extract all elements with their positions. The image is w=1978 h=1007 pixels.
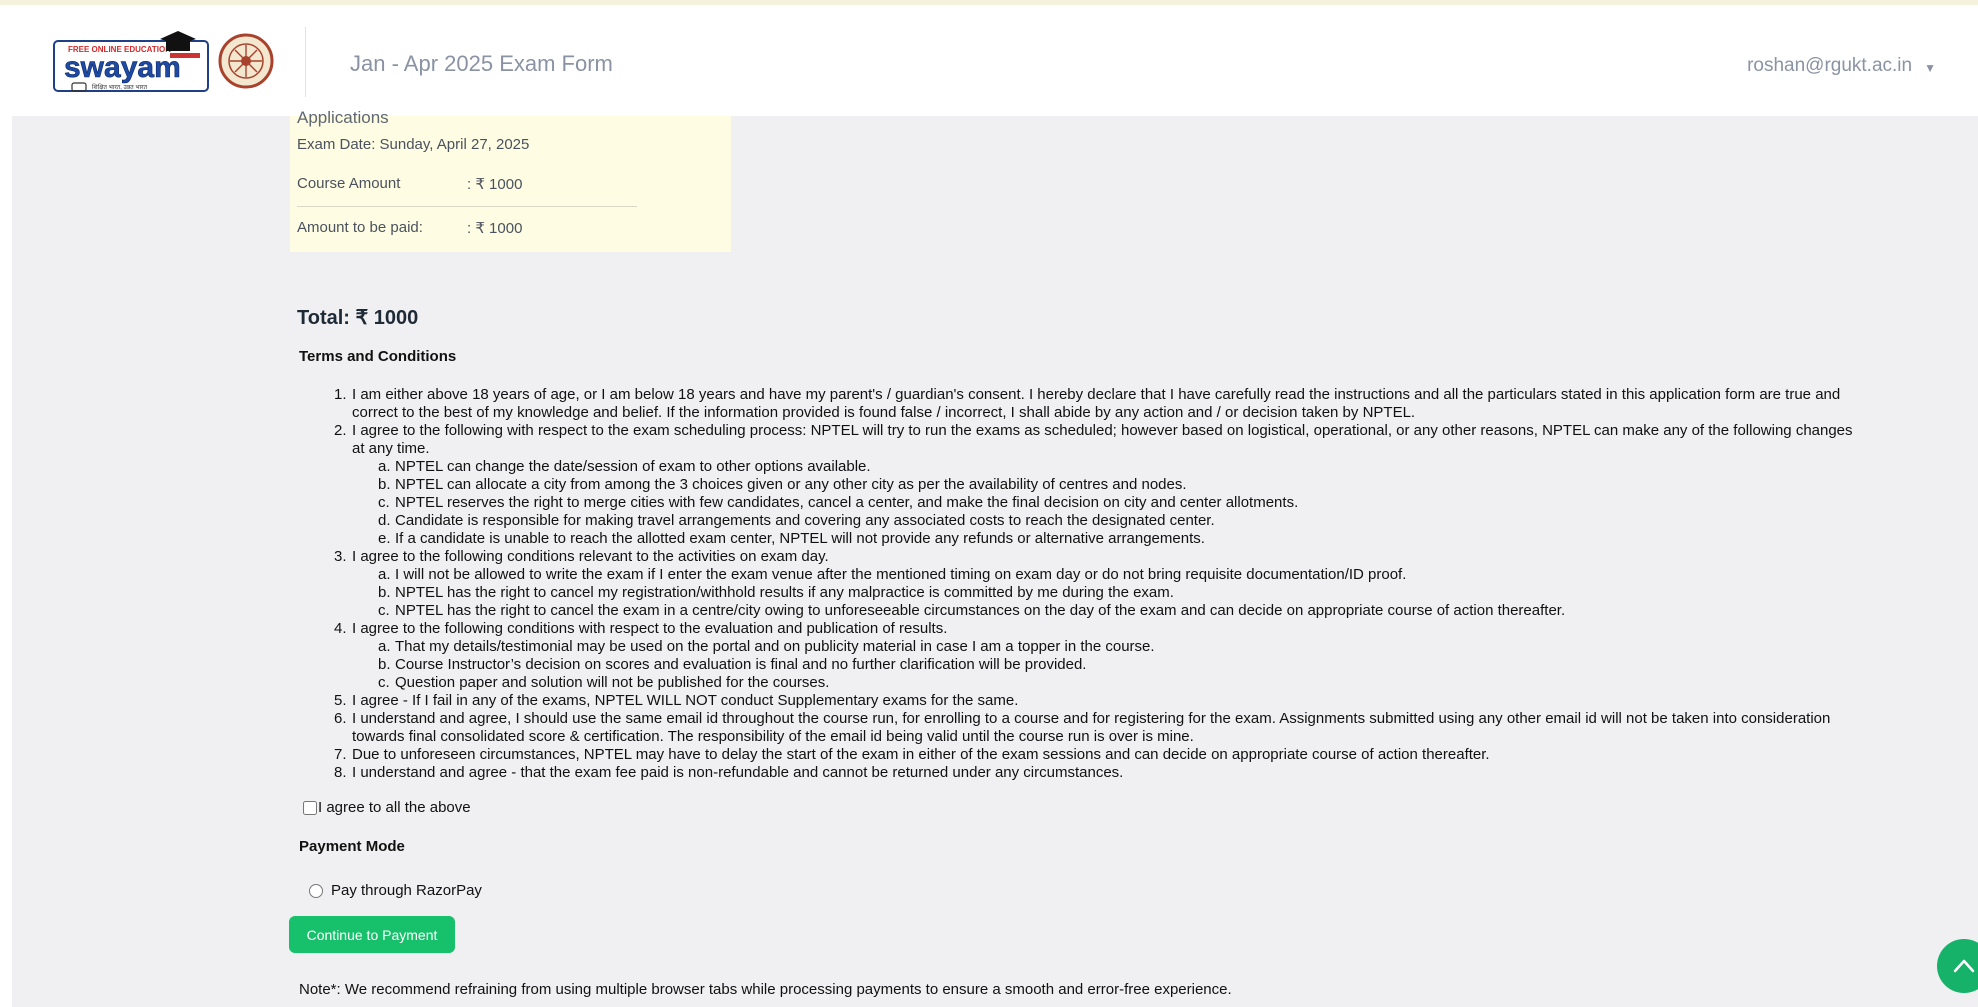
- term-subitem: a. That my details/testimonial may be use…: [378, 638, 1942, 656]
- term-subitem: c. NPTEL reserves the right to merge citi…: [378, 494, 1942, 512]
- razorpay-label[interactable]: Pay through RazorPay: [331, 882, 482, 899]
- amount-to-pay-value: : ₹ 1000: [467, 220, 523, 237]
- subitem-text: Question paper and solution will not be …: [395, 674, 830, 691]
- exam-date: Exam Date: Sunday, April 27, 2025: [297, 136, 530, 153]
- payment-note: Note*: We recommend refraining from usin…: [299, 981, 1232, 998]
- user-email[interactable]: roshan@rgukt.ac.in: [1747, 55, 1912, 77]
- subitem-letter: d.: [378, 512, 391, 529]
- chevron-up-icon: [1953, 959, 1975, 973]
- payment-mode-heading: Payment Mode: [299, 838, 405, 855]
- swayam-logo[interactable]: FREE ONLINE EDUCATION swayam शिक्षित भार…: [52, 27, 212, 97]
- user-menu[interactable]: roshan@rgukt.ac.in ▼: [1747, 55, 1936, 77]
- term-number: 8.: [334, 764, 347, 781]
- term-text: I agree to the following with respect to…: [352, 422, 1853, 439]
- subitem-text: If a candidate is unable to reach the al…: [395, 530, 1205, 547]
- term-item: 4. I agree to the following conditions w…: [334, 620, 1942, 692]
- terms-list: 1. I am either above 18 years of age, or…: [334, 386, 1942, 782]
- term-text: Due to unforeseen circumstances, NPTEL m…: [352, 746, 1490, 763]
- svg-text:swayam: swayam: [64, 51, 181, 84]
- term-number: 3.: [334, 548, 347, 565]
- term-text: I understand and agree - that the exam f…: [352, 764, 1124, 781]
- agree-terms[interactable]: I agree to all the above: [303, 799, 471, 816]
- term-subitem: b. NPTEL has the right to cancel my regis…: [378, 584, 1942, 602]
- term-number: 2.: [334, 422, 347, 439]
- term-subitem: b. NPTEL can allocate a city from among t…: [378, 476, 1942, 494]
- subitem-letter: b.: [378, 656, 391, 673]
- subitem-letter: e.: [378, 530, 391, 547]
- term-subitem: b. Course Instructor’s decision on scores…: [378, 656, 1942, 674]
- term-number: 5.: [334, 692, 347, 709]
- header-divider: [305, 27, 306, 97]
- term-subitem: a. NPTEL can change the date/session of e…: [378, 458, 1942, 476]
- continue-to-payment-button[interactable]: Continue to Payment: [289, 916, 455, 953]
- agree-label[interactable]: I agree to all the above: [318, 799, 471, 816]
- svg-text:शिक्षित भारत, उन्नत भारत: शिक्षित भारत, उन्नत भारत: [92, 83, 148, 91]
- course-amount-label: Course Amount: [297, 175, 401, 192]
- term-item: 2. I agree to the following with respect…: [334, 422, 1942, 548]
- subitem-text: NPTEL can allocate a city from among the…: [395, 476, 1187, 493]
- term-item: 3. I agree to the following conditions r…: [334, 548, 1942, 620]
- term-item: 7. Due to unforeseen circumstances, NPTE…: [334, 746, 1942, 764]
- term-subitem: c. Question paper and solution will not b…: [378, 674, 1942, 692]
- subitem-text: Candidate is responsible for making trav…: [395, 512, 1215, 529]
- razorpay-radio[interactable]: [309, 883, 323, 898]
- term-text: towards final consolidated score & certi…: [352, 728, 1194, 745]
- total-amount: Total: ₹ 1000: [297, 307, 419, 329]
- term-number: 1.: [334, 386, 347, 403]
- agree-checkbox[interactable]: [303, 800, 317, 815]
- amount-to-pay-label: Amount to be paid:: [297, 219, 423, 236]
- subitem-text: NPTEL can change the date/session of exa…: [395, 458, 871, 475]
- subitem-text: Course Instructor’s decision on scores a…: [395, 656, 1087, 673]
- payment-option-razorpay[interactable]: Pay through RazorPay: [309, 882, 482, 899]
- term-text: I understand and agree, I should use the…: [352, 710, 1831, 727]
- term-item: 8. I understand and agree - that the exa…: [334, 764, 1942, 782]
- term-text: I am either above 18 years of age, or I …: [352, 386, 1841, 403]
- caret-down-icon[interactable]: ▼: [1924, 61, 1936, 75]
- subitem-letter: a.: [378, 566, 391, 583]
- term-text: I agree - If I fail in any of the exams,…: [352, 692, 1019, 709]
- term-subitem: d. Candidate is responsible for making tr…: [378, 512, 1942, 530]
- subitem-text: NPTEL has the right to cancel my registr…: [395, 584, 1174, 601]
- terms-heading: Terms and Conditions: [299, 348, 457, 365]
- subitem-text: I will not be allowed to write the exam …: [395, 566, 1407, 583]
- amount-divider: [297, 206, 637, 207]
- term-item: 1. I am either above 18 years of age, or…: [334, 386, 1942, 422]
- term-text: I agree to the following conditions rele…: [352, 548, 829, 565]
- term-number: 6.: [334, 710, 347, 727]
- subitem-letter: a.: [378, 458, 391, 475]
- subitem-letter: c.: [378, 674, 390, 691]
- term-subitem: c. NPTEL has the right to cancel the exam…: [378, 602, 1942, 620]
- subitem-text: NPTEL has the right to cancel the exam i…: [395, 602, 1566, 619]
- subitem-letter: a.: [378, 638, 391, 655]
- term-item: 5. I agree - If I fail in any of the exa…: [334, 692, 1942, 710]
- subitem-letter: c.: [378, 602, 390, 619]
- course-amount-value: : ₹ 1000: [467, 176, 523, 193]
- subitem-letter: b.: [378, 476, 391, 493]
- term-item: 6. I understand and agree, I should use …: [334, 710, 1942, 746]
- subitem-text: That my details/testimonial may be used …: [395, 638, 1155, 655]
- term-text: I agree to the following conditions with…: [352, 620, 948, 637]
- term-text: correct to the best of my knowledge and …: [352, 404, 1416, 421]
- subitem-letter: c.: [378, 494, 390, 511]
- iit-seal-logo: [218, 33, 274, 89]
- header: FREE ONLINE EDUCATION swayam शिक्षित भार…: [0, 5, 1978, 116]
- page-title: Jan - Apr 2025 Exam Form: [350, 51, 613, 76]
- term-number: 7.: [334, 746, 347, 763]
- course-name: Applications: [297, 108, 389, 127]
- subitem-text: NPTEL reserves the right to merge cities…: [395, 494, 1299, 511]
- term-subitem: a. I will not be allowed to write the exa…: [378, 566, 1942, 584]
- subitem-letter: b.: [378, 584, 391, 601]
- term-number: 4.: [334, 620, 347, 637]
- term-text: at any time.: [352, 440, 430, 457]
- term-subitem: e. If a candidate is unable to reach the …: [378, 530, 1942, 548]
